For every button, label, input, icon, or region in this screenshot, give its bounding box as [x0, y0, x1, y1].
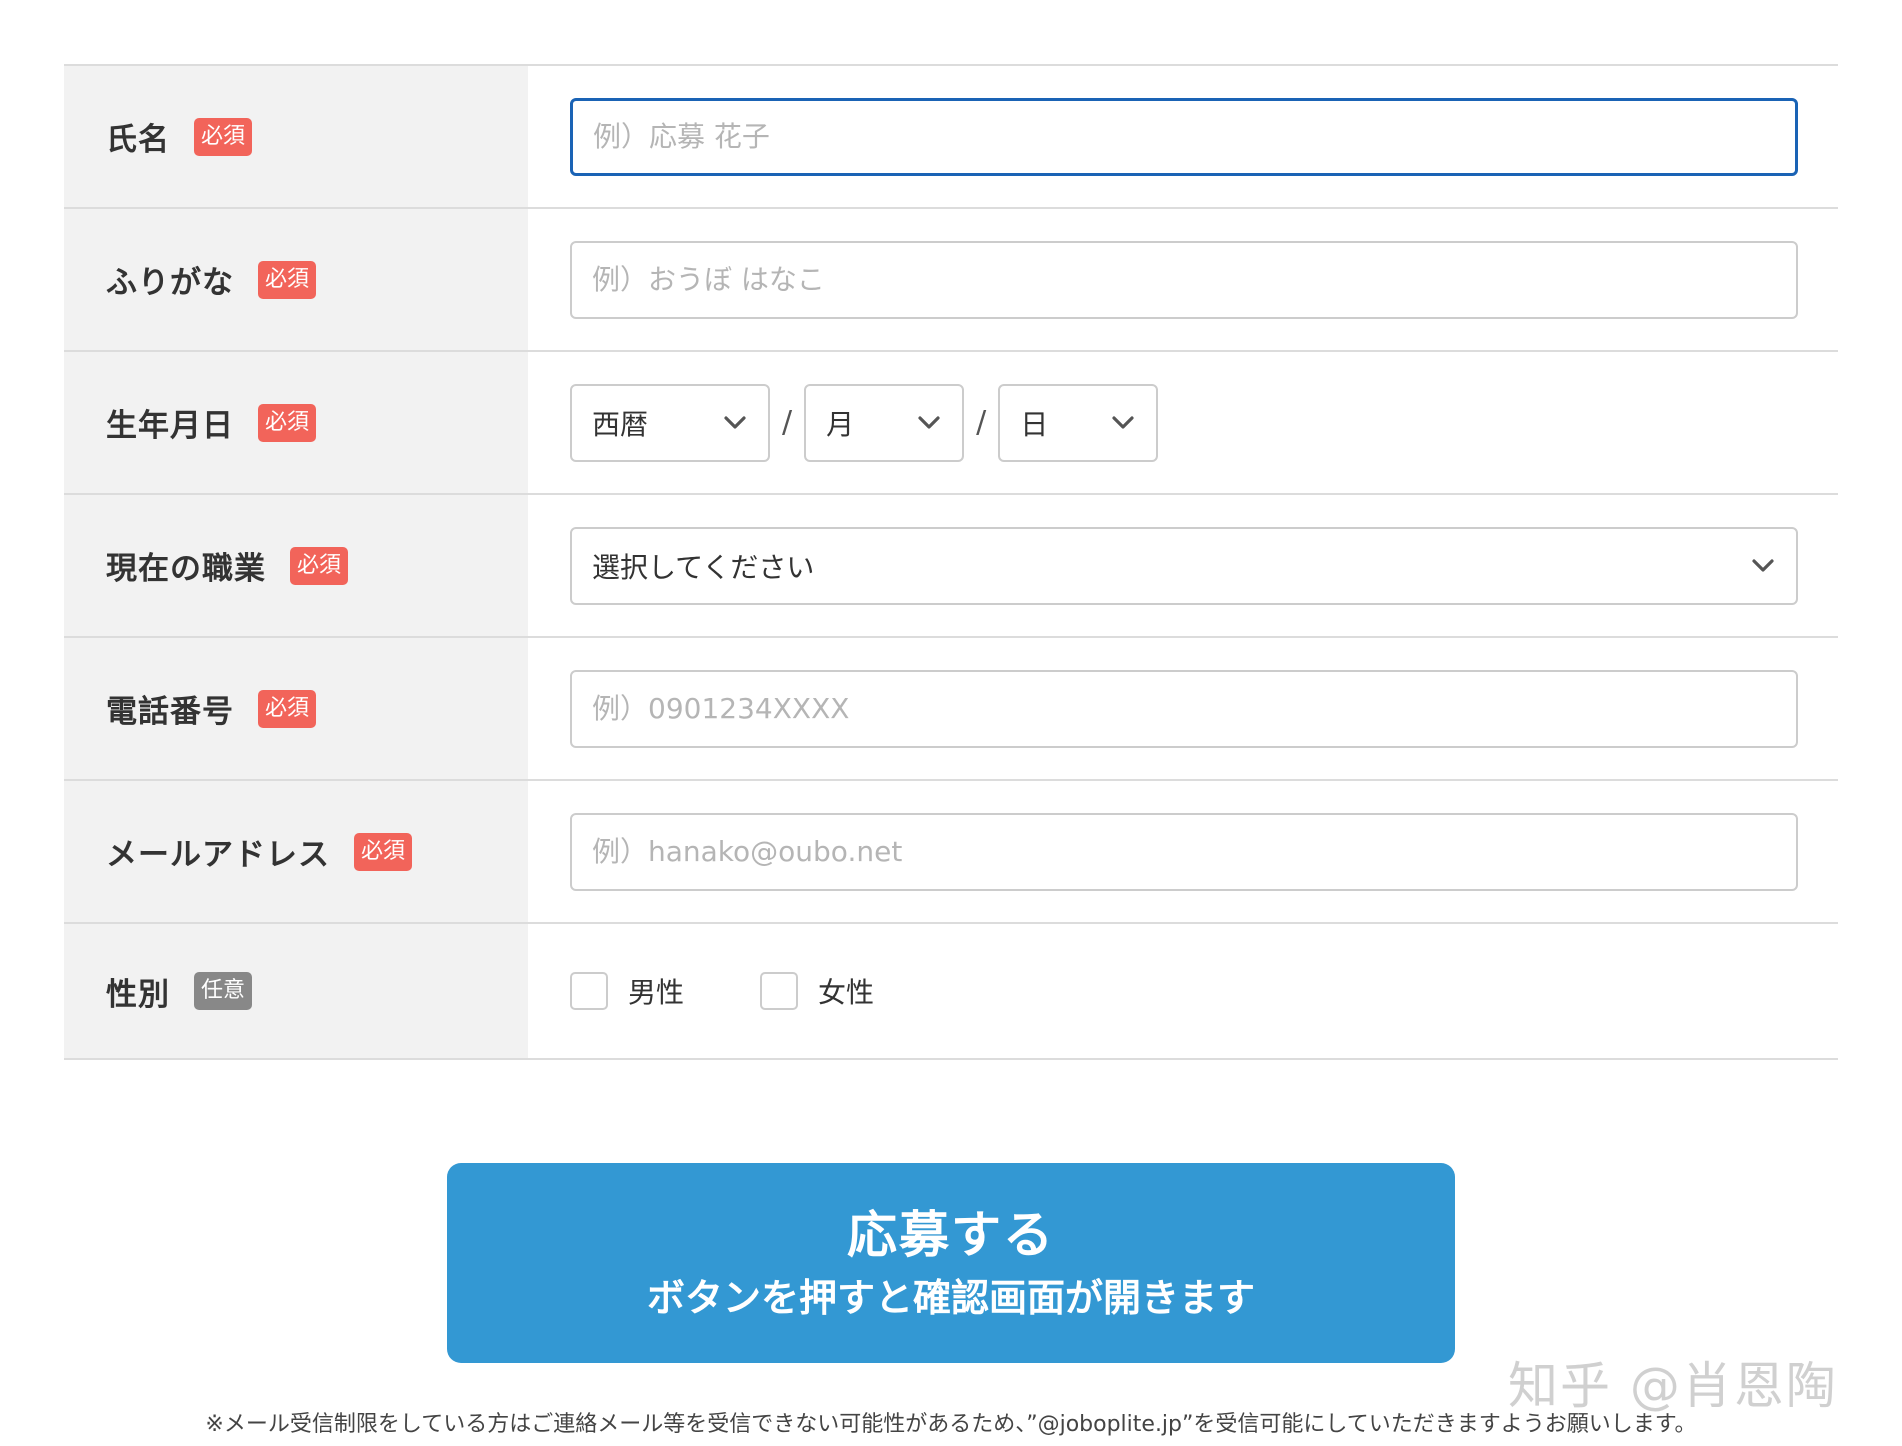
field-label-gender: 性別: [106, 976, 170, 1013]
chevron-down-icon: [1752, 558, 1774, 572]
male-label[interactable]: 男性: [628, 971, 684, 1011]
required-badge: 必須: [290, 546, 349, 585]
furigana-input[interactable]: [570, 240, 1798, 319]
birth-year-value: 西暦: [592, 407, 649, 441]
female-label[interactable]: 女性: [818, 971, 874, 1011]
field-label-birthdate: 生年月日: [106, 408, 234, 444]
chevron-down-icon: [1112, 415, 1134, 429]
birth-day-select[interactable]: 日: [998, 383, 1159, 462]
gender-option-male[interactable]: 男性: [570, 971, 684, 1011]
date-separator: /: [782, 405, 793, 440]
submit-main-label: 応募する: [847, 1206, 1055, 1264]
label-cell: 現在の職業 必須: [64, 495, 528, 636]
birth-month-select[interactable]: 月: [804, 383, 965, 462]
required-badge: 必須: [258, 689, 317, 728]
submit-sub-label: ボタンを押すと確認画面が開きます: [646, 1276, 1255, 1320]
label-cell: メールアドレス 必須: [64, 781, 528, 922]
field-label-phone: 電話番号: [106, 694, 234, 730]
optional-badge: 任意: [194, 972, 253, 1010]
field-label-name: 氏名: [106, 122, 170, 158]
submit-apply-button[interactable]: 応募する ボタンを押すと確認画面が開きます: [447, 1163, 1455, 1363]
required-badge: 必須: [258, 260, 317, 299]
chevron-down-icon: [724, 415, 746, 429]
form-row-name: 氏名 必須: [64, 66, 1838, 209]
required-badge: 必須: [258, 403, 317, 442]
field-label-email: メールアドレス: [106, 837, 330, 873]
date-separator: /: [976, 405, 987, 440]
email-input[interactable]: [570, 812, 1798, 891]
label-cell: 氏名 必須: [64, 66, 528, 207]
label-cell: 電話番号 必須: [64, 638, 528, 779]
birth-day-value: 日: [1020, 407, 1049, 441]
birth-month-value: 月: [826, 407, 855, 441]
chevron-down-icon: [918, 415, 940, 429]
label-cell: 生年月日 必須: [64, 352, 528, 493]
occupation-select[interactable]: 選択してください: [570, 526, 1798, 605]
form-table: 氏名 必須 ふりがな 必須 生年月日 必須: [64, 64, 1838, 1060]
field-label-furigana: ふりがな: [106, 265, 234, 301]
field-cell: 西暦 / 月 / 日: [528, 352, 1838, 493]
form-row-gender: 性別 任意 男性 女性: [64, 924, 1838, 1060]
phone-input[interactable]: [570, 669, 1798, 748]
field-cell: [528, 209, 1838, 350]
form-row-birthdate: 生年月日 必須 西暦 / 月 / 日: [64, 352, 1838, 495]
male-checkbox[interactable]: [570, 972, 608, 1010]
field-cell: [528, 781, 1838, 922]
field-cell: 男性 女性: [528, 924, 1838, 1058]
field-cell: [528, 638, 1838, 779]
form-row-phone: 電話番号 必須: [64, 638, 1838, 781]
required-badge: 必須: [194, 117, 253, 156]
label-cell: 性別 任意: [64, 924, 528, 1058]
form-row-occupation: 現在の職業 必須 選択してください: [64, 495, 1838, 638]
form-row-email: メールアドレス 必須: [64, 781, 1838, 924]
occupation-value: 選択してください: [592, 550, 815, 584]
name-input[interactable]: [570, 97, 1798, 176]
field-cell: [528, 66, 1838, 207]
field-label-occupation: 現在の職業: [106, 551, 266, 587]
female-checkbox[interactable]: [760, 972, 799, 1010]
birth-year-select[interactable]: 西暦: [570, 383, 770, 462]
email-notice: ※メール受信制限をしている方はご連絡メール等を受信できない可能性があるため、”@…: [205, 1412, 1697, 1437]
gender-option-female[interactable]: 女性: [760, 971, 874, 1011]
application-form-page: 氏名 必須 ふりがな 必須 生年月日 必須: [0, 0, 1902, 1446]
field-cell: 選択してください: [528, 495, 1838, 636]
form-row-furigana: ふりがな 必須: [64, 209, 1838, 352]
required-badge: 必須: [354, 832, 413, 871]
label-cell: ふりがな 必須: [64, 209, 528, 350]
